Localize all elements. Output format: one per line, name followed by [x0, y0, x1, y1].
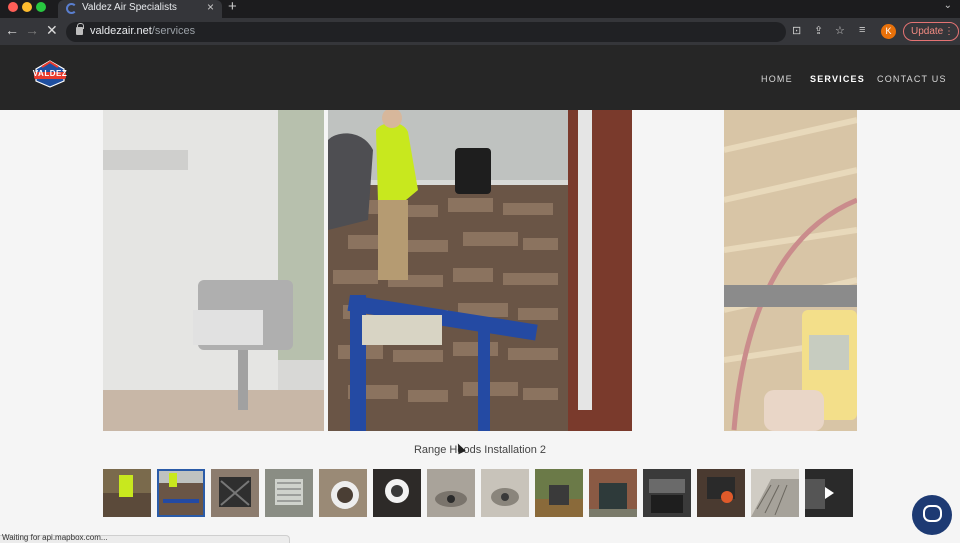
browser-tab[interactable]: Valdez Air Specialists ×	[58, 0, 222, 18]
thumbnail-8[interactable]	[481, 469, 529, 517]
stop-loading-icon[interactable]: ✕	[46, 22, 58, 39]
maximize-window-icon[interactable]	[36, 2, 46, 12]
update-button[interactable]: Update ⋮	[903, 22, 959, 41]
chat-widget-button[interactable]	[912, 495, 952, 535]
thumbnail-14-video[interactable]	[805, 469, 853, 517]
thumbnail-13[interactable]	[751, 469, 799, 517]
share-icon[interactable]: ⇪	[814, 24, 823, 37]
thumbnail-9[interactable]	[535, 469, 583, 517]
install-app-icon[interactable]: ⊡	[792, 24, 801, 37]
play-icon	[825, 487, 834, 499]
logo-text: VALDEZ	[32, 69, 68, 78]
nav-home[interactable]: HOME	[761, 74, 793, 84]
status-text: Waiting for api.mapbox.com...	[2, 533, 108, 542]
address-bar[interactable]: valdezair.net/services	[66, 22, 786, 42]
site-header: VALDEZ HOME SERVICES CONTACT US	[0, 45, 960, 110]
reading-list-icon[interactable]: ≡	[859, 24, 865, 36]
nav-services[interactable]: SERVICES	[810, 74, 865, 84]
slide-previous[interactable]	[103, 110, 324, 431]
slide-caption: Range Hoods Installation 2	[413, 444, 547, 456]
thumbnail-1[interactable]	[103, 469, 151, 517]
browser-status-bar: Waiting for api.mapbox.com...	[0, 533, 290, 543]
thumbnail-11[interactable]	[643, 469, 691, 517]
url-text[interactable]: valdezair.net/services	[90, 25, 195, 37]
chat-icon	[923, 505, 942, 522]
close-tab-icon[interactable]: ×	[207, 0, 214, 14]
thumbnail-strip	[103, 469, 859, 517]
nav-contact-us[interactable]: CONTACT US	[877, 74, 947, 84]
thumbnail-2[interactable]	[157, 469, 205, 517]
loading-spinner-icon	[66, 3, 77, 14]
back-icon[interactable]: ←	[5, 22, 19, 38]
more-menu-icon: ⋮	[944, 26, 954, 37]
thumbnail-4[interactable]	[265, 469, 313, 517]
forward-icon[interactable]: →	[25, 22, 39, 38]
tab-search-icon[interactable]: ⌄	[944, 0, 952, 11]
thumbnail-5[interactable]	[319, 469, 367, 517]
lock-icon[interactable]	[76, 23, 84, 35]
thumbnail-7[interactable]	[427, 469, 475, 517]
tab-title: Valdez Air Specialists	[82, 2, 177, 13]
profile-avatar[interactable]: K	[881, 24, 896, 39]
thumbnail-12[interactable]	[697, 469, 745, 517]
valdez-logo[interactable]: VALDEZ	[30, 59, 70, 89]
thumbnail-3[interactable]	[211, 469, 259, 517]
minimize-window-icon[interactable]	[22, 2, 32, 12]
slide-current-photo	[328, 110, 632, 431]
bookmark-star-icon[interactable]: ☆	[835, 24, 845, 37]
new-tab-button[interactable]: +	[228, 0, 237, 15]
slide-current[interactable]	[328, 110, 632, 431]
thumbnail-6[interactable]	[373, 469, 421, 517]
close-window-icon[interactable]	[8, 2, 18, 12]
thumbnail-10[interactable]	[589, 469, 637, 517]
slide-next[interactable]	[724, 110, 857, 431]
browser-tab-bar: Valdez Air Specialists × + ⌄	[0, 0, 960, 18]
browser-toolbar: ← → ✕ valdezair.net/services ⊡ ⇪ ☆ ≡ K U…	[0, 18, 960, 45]
